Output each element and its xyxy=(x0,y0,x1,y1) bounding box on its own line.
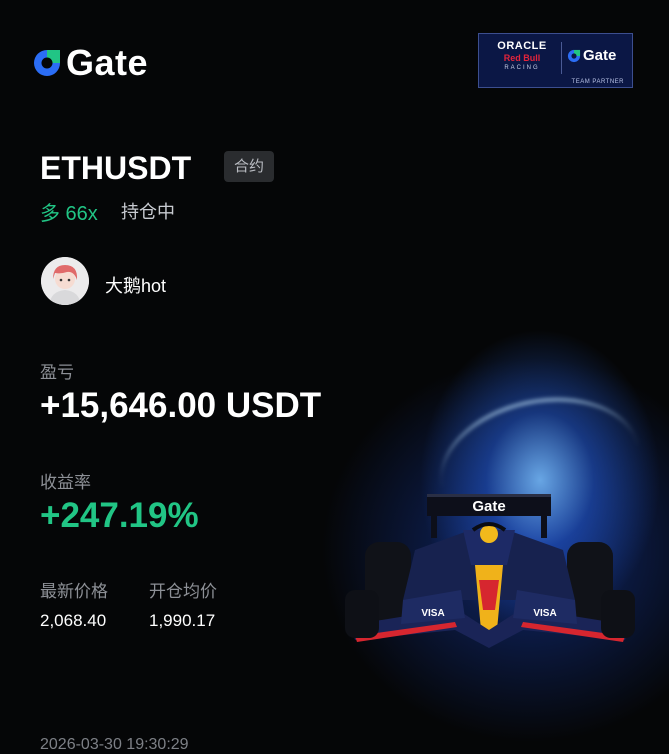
entry-price-value: 1,990.17 xyxy=(149,611,216,630)
sidepod-text-right: VISA xyxy=(533,608,556,619)
latest-price-label: 最新价格 xyxy=(40,582,108,601)
pnl-label: 盈亏 xyxy=(40,363,74,382)
race-car-image: Gate VISA VISA xyxy=(345,494,635,648)
partner-gate-logo: Gate xyxy=(567,47,616,64)
trading-pair: ETHUSDT xyxy=(40,150,192,186)
position-side: 多 66x xyxy=(40,203,98,225)
avatar-icon xyxy=(41,257,89,305)
brand-name: Gate xyxy=(66,42,149,83)
partner-brand: Gate xyxy=(583,47,617,64)
contract-tag: 合约 xyxy=(224,151,275,182)
partner-badge: ORACLE Red Bull RACING Gate TEAM PARTNER xyxy=(478,33,633,88)
partner-caption: TEAM PARTNER xyxy=(571,79,624,85)
sidepod-text-left: VISA xyxy=(421,608,444,619)
gate-logo-icon xyxy=(567,49,581,62)
user-name: 大鹅hot xyxy=(105,276,167,296)
latest-price-value: 2,068.40 xyxy=(40,611,107,630)
avatar xyxy=(41,257,89,305)
partner-racing-logo: ORACLE Red Bull RACING xyxy=(487,40,557,71)
gate-logo-icon xyxy=(34,50,60,76)
wing-text: Gate xyxy=(472,498,505,515)
partner-line2: Red Bull xyxy=(503,53,541,63)
roi-label: 收益率 xyxy=(40,473,91,492)
roi-value: +247.19% xyxy=(40,496,199,535)
position-status: 持仓中 xyxy=(121,202,175,222)
timestamp: 2026-03-30 19:30:29 xyxy=(40,736,189,753)
pnl-value: +15,646.00 USDT xyxy=(40,386,322,425)
entry-price-label: 开仓均价 xyxy=(149,582,217,601)
gate-logo: Gate xyxy=(32,42,148,84)
partner-line1: ORACLE xyxy=(497,40,547,52)
partner-divider xyxy=(561,42,562,74)
partner-line3: RACING xyxy=(504,65,540,71)
